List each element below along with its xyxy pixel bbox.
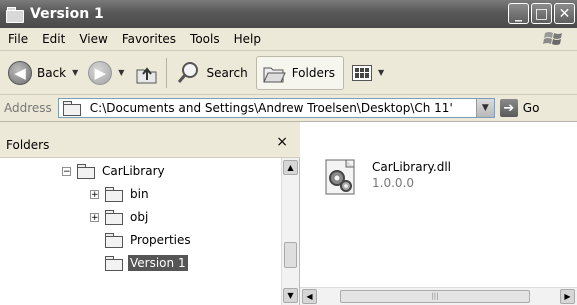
folder-icon [62,101,81,116]
tree-item-properties[interactable]: Properties [105,229,193,251]
toolbar-separator [166,57,168,88]
file-list-pane: CarLibrary.dll 1.0.0.0 ◀ ||| ▶ [300,122,577,305]
explorer-window: Version 1 _ □ ✕ File Edit View Favorites… [0,0,577,305]
folders-tree: − CarLibrary + bin + obj Properties Vers… [0,158,300,305]
tree-item-label: Properties [130,233,191,247]
back-button[interactable]: ◀ Back ▼ [8,60,78,85]
windows-logo-icon [543,32,562,45]
menu-favorites[interactable]: Favorites [115,32,183,46]
folders-pane-header: Folders × [0,122,300,158]
chevron-down-icon[interactable]: ▼ [118,68,124,77]
forward-arrow-icon: ▶ [88,60,113,85]
close-button[interactable]: ✕ [554,3,575,24]
maximize-button[interactable]: □ [531,3,552,24]
folders-label: Folders [291,65,336,80]
gear-dll-icon [325,159,355,195]
search-label: Search [206,65,248,80]
back-label: Back [37,65,67,80]
chevron-down-icon[interactable]: ▼ [475,99,494,117]
menu-view[interactable]: View [72,32,114,46]
folder-up-icon[interactable] [134,60,160,86]
search-icon [178,61,199,83]
folders-pane-title: Folders [6,138,50,152]
search-button[interactable]: Search [175,60,248,86]
tree-item-label: CarLibrary [102,164,165,178]
views-icon [352,64,373,81]
tree-vertical-scrollbar[interactable]: ▲ ▼ [281,158,299,305]
collapse-icon[interactable]: − [62,166,71,176]
go-button[interactable]: ➔ Go [499,99,540,117]
file-item[interactable]: CarLibrary.dll 1.0.0.0 [320,158,451,198]
tree-item-label: obj [130,210,149,224]
folder-icon [105,233,123,248]
menu-tools[interactable]: Tools [183,32,227,46]
forward-button[interactable]: ▶ ▼ [88,60,124,85]
tree-item-version-1[interactable]: Version 1 [105,252,188,274]
folder-icon [6,7,24,23]
expand-icon[interactable]: + [90,189,99,199]
menu-edit[interactable]: Edit [35,32,72,46]
folder-icon [105,210,123,225]
close-icon[interactable]: × [276,134,288,150]
horizontal-scrollbar[interactable]: ◀ ||| ▶ [300,287,577,305]
address-label: Address [4,101,52,115]
tree-item-label: bin [130,187,149,201]
standard-toolbar: ◀ Back ▼ ▶ ▼ Search Folders ▼ [0,51,577,95]
tree-item-label: Version 1 [128,255,188,271]
folder-icon [105,187,123,202]
expand-icon[interactable]: + [90,212,99,222]
scroll-up-icon[interactable]: ▲ [283,160,298,175]
menu-bar: File Edit View Favorites Tools Help [0,28,577,51]
window-title: Version 1 [30,6,104,22]
address-path: C:\Documents and Settings\Andrew Troelse… [89,101,453,115]
tree-item-bin[interactable]: + bin [90,183,151,205]
go-label: Go [522,101,540,115]
file-version: 1.0.0.0 [372,176,414,190]
address-bar: Address C:\Documents and Settings\Andrew… [0,95,577,122]
scroll-right-icon[interactable]: ▶ [560,289,575,304]
go-arrow-icon: ➔ [499,99,518,117]
minimize-button[interactable]: _ [508,3,529,24]
title-bar[interactable]: Version 1 _ □ ✕ [0,0,577,28]
scroll-left-icon[interactable]: ◀ [302,289,317,304]
scroll-thumb[interactable]: ||| [340,290,530,303]
chevron-down-icon[interactable]: ▼ [72,68,78,77]
tree-item-obj[interactable]: + obj [90,206,150,228]
views-button[interactable]: ▼ [352,64,384,81]
chevron-down-icon[interactable]: ▼ [378,68,384,77]
scroll-down-icon[interactable]: ▼ [283,288,298,303]
menu-help[interactable]: Help [227,32,268,46]
file-name: CarLibrary.dll [372,160,452,174]
tree-item-carlibrary[interactable]: − CarLibrary [62,160,167,182]
folder-icon [77,164,95,179]
folders-icon [262,67,286,82]
open-folder-icon [105,256,123,271]
back-arrow-icon: ◀ [8,60,32,85]
folders-button[interactable]: Folders [255,55,345,90]
address-input[interactable]: C:\Documents and Settings\Andrew Troelse… [57,98,495,118]
scroll-thumb[interactable] [284,242,297,268]
menu-file[interactable]: File [0,32,35,46]
